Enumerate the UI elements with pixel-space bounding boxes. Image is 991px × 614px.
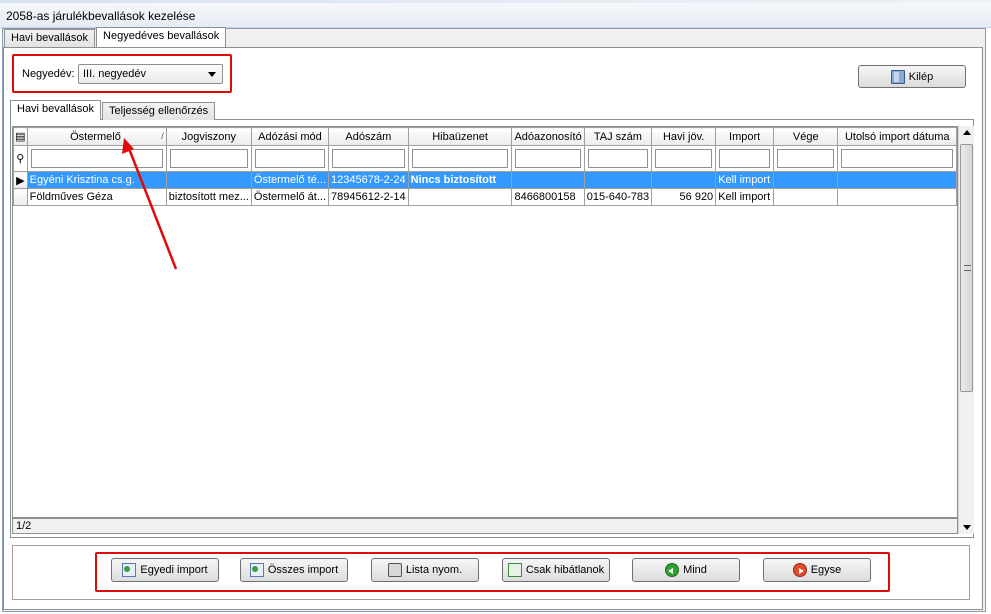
- quarter-select[interactable]: III. negyedév: [78, 64, 223, 84]
- scroll-thumb[interactable]: [960, 144, 973, 392]
- quarter-selected-value: III. negyedév: [83, 68, 146, 80]
- green-arrow-left-icon: [665, 563, 680, 577]
- import-all-icon: [249, 563, 264, 577]
- only-valid-button[interactable]: Csak hibátlanok: [502, 558, 610, 582]
- inner-tab-strip: Havi bevallások Teljesség ellenőrzés: [10, 100, 216, 120]
- cell[interactable]: [837, 188, 957, 206]
- cell[interactable]: [773, 171, 839, 189]
- exit-button-label: Kilép: [908, 70, 934, 83]
- cell[interactable]: biztosított mez...: [165, 188, 252, 206]
- cell[interactable]: Földműves Géza: [26, 188, 167, 206]
- tab-completeness-check[interactable]: Teljesség ellenőrzés: [102, 102, 216, 120]
- chevron-down-icon: [208, 72, 216, 77]
- filter-input[interactable]: [169, 149, 248, 168]
- cell[interactable]: [773, 188, 839, 206]
- column-header[interactable]: Utolsó import dátuma: [837, 127, 957, 146]
- table-row[interactable]: ▶ Egyéni Krisztina cs.g. Östermelő té...…: [13, 171, 957, 189]
- cell[interactable]: Kell import: [715, 188, 775, 206]
- single-import-button[interactable]: Egyedi import: [111, 558, 219, 582]
- printer-icon: [387, 563, 402, 577]
- tab-inner-monthly[interactable]: Havi bevallások: [10, 100, 102, 120]
- column-header[interactable]: Östermelő /: [26, 127, 167, 146]
- print-list-label: Lista nyom.: [405, 564, 463, 576]
- cell[interactable]: [511, 171, 585, 189]
- column-header[interactable]: Adóazonosító: [511, 127, 585, 146]
- import-icon: [122, 563, 137, 577]
- door-exit-icon: [890, 69, 905, 84]
- column-header[interactable]: Vége: [773, 127, 839, 146]
- column-header[interactable]: Hibaüzenet: [407, 127, 513, 146]
- cell[interactable]: 8466800158: [511, 188, 585, 206]
- cell[interactable]: [651, 171, 717, 189]
- vertical-scrollbar[interactable]: [958, 126, 974, 534]
- single-import-label: Egyedi import: [140, 564, 208, 576]
- filter-input[interactable]: [411, 149, 509, 168]
- current-row-indicator-icon: ▶: [13, 171, 28, 189]
- refresh-icon: [507, 563, 522, 577]
- select-all-label: Mind: [683, 564, 707, 576]
- only-valid-label: Csak hibátlanok: [525, 564, 605, 576]
- cell[interactable]: 78945612-2-14: [328, 188, 409, 206]
- row-header: [13, 188, 28, 206]
- grip-icon: [964, 265, 971, 271]
- column-header[interactable]: Adószám: [328, 127, 409, 146]
- cell[interactable]: 12345678-2-24: [328, 171, 409, 189]
- cell[interactable]: [165, 171, 252, 189]
- column-header[interactable]: TAJ szám: [583, 127, 653, 146]
- filter-input[interactable]: [719, 149, 771, 168]
- filter-input[interactable]: [841, 149, 953, 168]
- red-arrow-right-icon: [792, 563, 807, 577]
- filter-input[interactable]: [655, 149, 713, 168]
- returns-grid: ▤ Östermelő / Jogviszony Adózási mód Adós…: [12, 126, 958, 518]
- tab-quarterly-returns[interactable]: Negyedéves bevallások: [96, 27, 227, 47]
- filter-input[interactable]: [777, 149, 835, 168]
- window-title: 2058-as járulékbevallások kezelése: [6, 9, 196, 23]
- filter-row: ⚲: [13, 145, 957, 172]
- select-none-label: Egyse: [810, 564, 842, 576]
- cell[interactable]: 015-640-783: [583, 188, 653, 206]
- print-list-button[interactable]: Lista nyom.: [371, 558, 479, 582]
- filter-input[interactable]: [332, 149, 405, 168]
- select-none-button[interactable]: Egyse: [763, 558, 871, 582]
- binoculars-icon: ⚲: [13, 145, 28, 172]
- filter-input[interactable]: [515, 149, 581, 168]
- tab-monthly-returns[interactable]: Havi bevallások: [4, 29, 96, 47]
- title-bar-strip: [0, 0, 991, 3]
- cell[interactable]: [407, 188, 513, 206]
- exit-button[interactable]: Kilép: [858, 65, 966, 88]
- scroll-up-icon[interactable]: [963, 130, 971, 135]
- sort-indicator-icon: /: [161, 130, 164, 141]
- title-bar: 2058-as járulékbevallások kezelése: [0, 0, 991, 28]
- grid-header-row: ▤ Östermelő / Jogviszony Adózási mód Adós…: [13, 127, 957, 146]
- all-import-button[interactable]: Összes import: [240, 558, 348, 582]
- cell[interactable]: Östermelő át...: [250, 188, 330, 206]
- cell[interactable]: Egyéni Krisztina cs.g.: [26, 171, 167, 189]
- cell[interactable]: Nincs biztosított: [407, 171, 513, 189]
- cell[interactable]: Östermelő té...: [250, 171, 330, 189]
- filter-input[interactable]: [30, 149, 163, 168]
- table-row[interactable]: Földműves Géza biztosított mez... Österm…: [13, 188, 957, 206]
- column-header[interactable]: Adózási mód: [250, 127, 330, 146]
- column-header[interactable]: Jogviszony: [165, 127, 252, 146]
- filter-input[interactable]: [587, 149, 649, 168]
- select-all-button[interactable]: Mind: [632, 558, 740, 582]
- record-counter: 1/2: [16, 520, 32, 532]
- cell[interactable]: 56 920: [651, 188, 717, 206]
- column-chooser-icon[interactable]: ▤: [13, 127, 28, 146]
- all-import-label: Összes import: [267, 564, 339, 576]
- filter-input[interactable]: [254, 149, 326, 168]
- quarter-label: Negyedév:: [22, 68, 75, 80]
- cell[interactable]: [583, 171, 653, 189]
- record-counter-bar: 1/2: [12, 518, 958, 534]
- top-tab-strip: Havi bevallások Negyedéves bevallások: [4, 27, 227, 48]
- scroll-down-icon[interactable]: [963, 525, 971, 530]
- column-header[interactable]: Havi jöv.: [651, 127, 717, 146]
- column-header[interactable]: Import: [715, 127, 775, 146]
- cell[interactable]: Kell import: [715, 171, 775, 189]
- cell[interactable]: [837, 171, 957, 189]
